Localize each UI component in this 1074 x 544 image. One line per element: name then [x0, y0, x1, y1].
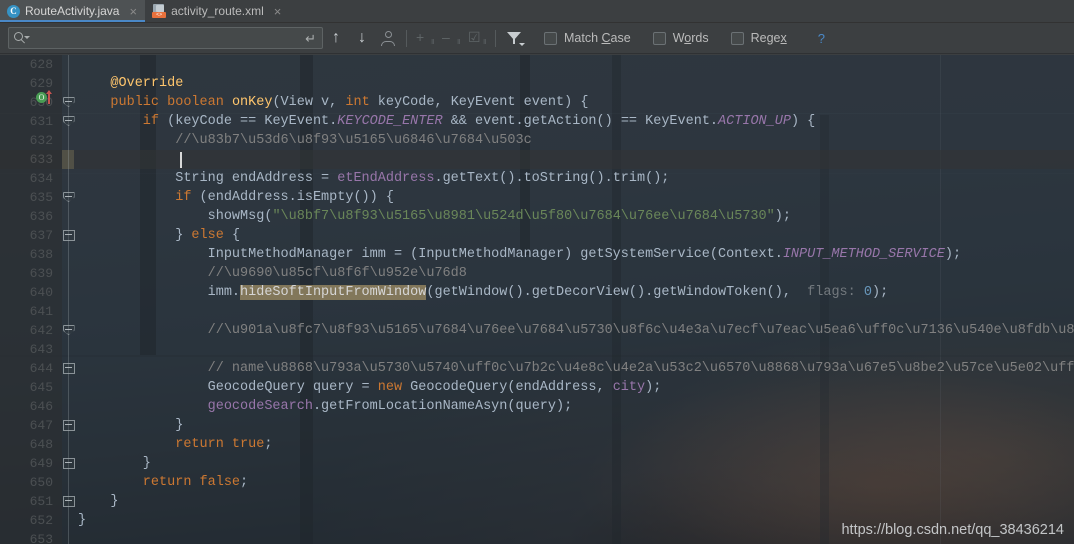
- text-caret: [180, 152, 182, 168]
- search-icon[interactable]: [14, 31, 30, 45]
- editor-tab-bar: C RouteActivity.java × <> activity_route…: [0, 0, 1074, 23]
- code-line-651: }: [78, 494, 119, 509]
- code-line-645: GeocodeQuery query = new GeocodeQuery(en…: [78, 380, 662, 395]
- find-toolbar: ↵ +II –II ☑II Match Case Wo: [0, 23, 1074, 54]
- close-icon[interactable]: ×: [272, 5, 284, 18]
- code-line-642: //\u901a\u8fc7\u8f93\u5165\u7684\u76ee\u…: [207, 323, 1074, 338]
- code-line-652: }: [78, 513, 87, 528]
- code-line-649: }: [78, 456, 151, 471]
- code-text[interactable]: @Override public boolean onKey(View v, i…: [0, 55, 1074, 544]
- select-all-icon[interactable]: ☑ II: [464, 25, 490, 51]
- code-line-629: @Override: [78, 76, 184, 91]
- match-case-label: Match Case: [564, 31, 631, 45]
- code-line-638: InputMethodManager imm = (InputMethodMan…: [78, 247, 962, 262]
- checkbox-icon[interactable]: [730, 31, 744, 45]
- regex-label: Regex: [750, 31, 787, 45]
- close-icon[interactable]: ×: [127, 5, 139, 18]
- xml-layout-icon: <>: [152, 4, 167, 18]
- watermark: https://blog.csdn.net/qq_38436214: [841, 522, 1064, 538]
- words-checkbox[interactable]: Words: [652, 31, 709, 45]
- filter-icon[interactable]: [501, 25, 527, 51]
- search-field[interactable]: ↵: [8, 27, 323, 49]
- code-line-640: imm.hideSoftInputFromWindow(getWindow().…: [78, 285, 889, 300]
- checkbox-icon[interactable]: [652, 31, 666, 45]
- find-next-button[interactable]: [349, 25, 375, 51]
- code-line-635: if (endAddress.isEmpty()) {: [78, 190, 394, 205]
- code-line-648: return true;: [78, 437, 273, 452]
- find-options-group: Match Case Words Regex ?: [544, 31, 825, 46]
- remove-selection-icon[interactable]: – II: [438, 25, 464, 51]
- checkbox-icon[interactable]: [544, 31, 557, 45]
- ide-window: C RouteActivity.java × <> activity_route…: [0, 0, 1074, 544]
- match-case-checkbox[interactable]: Match Case: [544, 31, 631, 45]
- code-line-650: return false;: [78, 475, 249, 490]
- add-selection-icon[interactable]: + II: [412, 25, 438, 51]
- toolbar-divider: [406, 29, 407, 47]
- search-input[interactable]: [27, 31, 306, 45]
- code-editor[interactable]: 6286296306316326336346356366376386396406…: [0, 55, 1074, 544]
- code-line-637: } else {: [78, 228, 241, 243]
- code-line-631: if (keyCode == KeyEvent.KEYCODE_ENTER &&…: [78, 114, 816, 129]
- java-class-icon: C: [7, 4, 20, 18]
- code-line-630: public boolean onKey(View v, int keyCode…: [78, 95, 589, 110]
- code-line-639: //\u9690\u85cf\u8f6f\u952e\u76d8: [78, 266, 467, 281]
- find-previous-button[interactable]: [323, 25, 349, 51]
- tab-label: activity_route.xml: [171, 4, 264, 18]
- tab-activity-route-xml[interactable]: <> activity_route.xml ×: [145, 0, 289, 22]
- select-all-occurrences-icon[interactable]: [375, 25, 401, 51]
- code-line-634: String endAddress = etEndAddress.getText…: [78, 171, 670, 186]
- words-label: Words: [672, 31, 709, 45]
- regex-checkbox[interactable]: Regex: [730, 31, 787, 45]
- toolbar-divider: [495, 29, 496, 47]
- tab-label: RouteActivity.java: [25, 4, 120, 18]
- enter-icon[interactable]: ↵: [305, 32, 318, 45]
- code-line-636: showMsg("\u8bf7\u8f93\u5165\u8981\u524d\…: [78, 209, 791, 224]
- code-line-644: // name\u8868\u793a\u5730\u5740\uff0c\u7…: [207, 361, 1074, 376]
- help-icon[interactable]: ?: [818, 31, 825, 46]
- search-match-highlight: hideSoftInputFromWindow: [240, 285, 427, 300]
- code-line-646: geocodeSearch.getFromLocationNameAsyn(qu…: [78, 399, 573, 414]
- tab-route-activity-java[interactable]: C RouteActivity.java ×: [0, 0, 146, 22]
- code-line-647: }: [78, 418, 184, 433]
- code-line-632: //\u83b7\u53d6\u8f93\u5165\u6846\u7684\u…: [78, 133, 532, 148]
